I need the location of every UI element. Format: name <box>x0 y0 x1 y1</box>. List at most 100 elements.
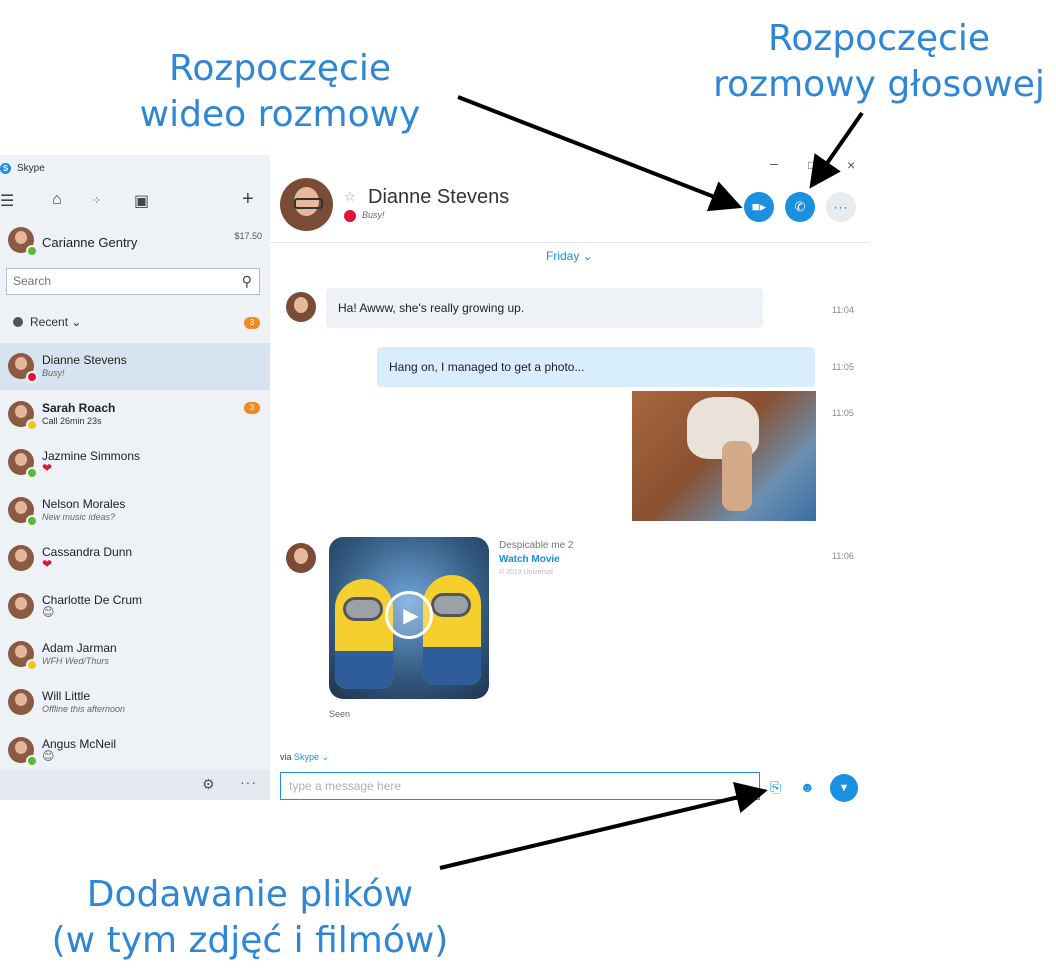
away-status-icon <box>26 419 38 431</box>
skype-window: S Skype ☰ ⌂ ⁘ ▣ + Carianne Gentry $17.50… <box>0 155 870 802</box>
video-camera-icon: ■▸ <box>751 199 767 214</box>
message-text: Ha! Awww, she's really growing up. <box>338 301 525 315</box>
via-prefix: via <box>280 752 292 762</box>
contact-name: Will Little <box>42 689 91 703</box>
via-skype-link[interactable]: Skype ⌄ <box>294 752 329 762</box>
phone-icon: ✆ <box>794 199 806 214</box>
skype-credit: $17.50 <box>234 231 262 241</box>
via-selector[interactable]: via Skype ⌄ <box>280 752 329 763</box>
ellipsis-icon: ··· <box>833 200 849 214</box>
contact-status: Offline this afternoon <box>42 704 126 714</box>
contact-cassandra-dunn[interactable]: Cassandra Dunn ❤ <box>0 535 270 582</box>
contact-status: Busy! <box>42 368 65 378</box>
avatar <box>8 497 38 527</box>
heart-emoticon-icon: ❤ <box>42 461 53 475</box>
avatar <box>8 641 38 671</box>
watch-movie-link[interactable]: Watch Movie <box>499 554 560 565</box>
away-status-icon <box>26 659 38 671</box>
chat-contact-status: Busy! <box>362 210 385 220</box>
recent-badge: 3 <box>244 317 260 329</box>
settings-gear-icon[interactable]: ⚙ <box>202 776 215 793</box>
app-titlebar: S Skype <box>0 160 45 176</box>
contact-nelson-morales[interactable]: Nelson Morales New music ideas? <box>0 487 270 534</box>
avatar <box>8 737 38 767</box>
avatar <box>8 401 38 431</box>
message-avatar <box>286 543 316 573</box>
smile-emoticon-icon: 😊 <box>42 749 55 763</box>
app-title: Skype <box>17 162 45 174</box>
search-icon[interactable]: ⚲ <box>242 273 252 290</box>
contact-name: Dianne Stevens <box>42 353 127 367</box>
video-call-button[interactable]: ■▸ <box>744 192 774 222</box>
recent-label: Recent ⌄ <box>30 315 82 329</box>
contact-sarah-roach[interactable]: Sarah Roach Call 26min 23s 3 <box>0 391 270 438</box>
avatar <box>8 593 34 619</box>
search-box: ⚲ <box>6 268 260 295</box>
busy-status-icon <box>344 210 356 222</box>
profile[interactable]: Carianne Gentry $17.50 <box>0 223 270 261</box>
add-icon[interactable]: + <box>242 188 254 211</box>
contact-dianne-stevens[interactable]: Dianne Stevens Busy! <box>0 343 270 390</box>
send-arrow-icon: ▼ <box>838 782 850 794</box>
contact-name: Charlotte De Crum <box>42 593 143 607</box>
search-input[interactable] <box>13 274 223 288</box>
favorite-star-icon[interactable]: ☆ <box>344 189 356 205</box>
avatar <box>8 227 38 257</box>
contact-jazmine-simmons[interactable]: Jazmine Simmons ❤ <box>0 439 270 486</box>
message-bubble-outgoing: Hang on, I managed to get a photo... <box>377 347 815 387</box>
photo-subject-leg <box>722 441 752 511</box>
online-status-icon <box>26 755 38 767</box>
chat-contact-name: Dianne Stevens <box>368 186 510 208</box>
dialpad-icon[interactable]: ⁘ <box>92 194 101 207</box>
day-separator[interactable]: Friday ⌄ <box>546 249 593 263</box>
contact-will-little[interactable]: Will Little Offline this afternoon <box>0 679 270 726</box>
voice-call-button[interactable]: ✆ <box>785 192 815 222</box>
contact-charlotte-de-crum[interactable]: Charlotte De Crum 😊 <box>0 583 270 630</box>
sidebar: S Skype ☰ ⌂ ⁘ ▣ + Carianne Gentry $17.50… <box>0 155 270 800</box>
add-files-icon[interactable]: ⎘ <box>770 779 781 796</box>
play-icon[interactable]: ▶ <box>385 591 433 639</box>
more-options-button[interactable]: ··· <box>826 192 856 222</box>
contact-name: Sarah Roach <box>42 401 116 415</box>
more-options-icon[interactable]: ··· <box>240 774 257 790</box>
contacts-book-icon[interactable]: ▣ <box>134 191 149 211</box>
annotation-files-line1: Dodawanie plików <box>86 874 414 915</box>
skype-logo-icon: S <box>0 162 11 174</box>
chat-header: ☆ Dianne Stevens Busy! ■▸ ✆ ··· <box>270 155 870 243</box>
avatar <box>8 353 38 383</box>
contact-name: Adam Jarman <box>42 641 117 655</box>
contact-angus-mcneil[interactable]: Angus McNeil 😊 <box>0 727 270 769</box>
seen-indicator: Seen <box>329 709 351 719</box>
clock-icon <box>13 317 23 327</box>
annotation-voice-line1: Rozpoczęcie <box>768 18 990 59</box>
busy-status-icon <box>26 371 38 383</box>
minion-figure <box>423 575 481 685</box>
message-input[interactable] <box>289 779 749 793</box>
unread-badge: 3 <box>244 402 260 414</box>
contact-adam-jarman[interactable]: Adam Jarman WFH Wed/Thurs <box>0 631 270 678</box>
message-time: 11:06 <box>832 551 854 561</box>
menu-icon[interactable]: ☰ <box>0 191 14 211</box>
top-nav: ☰ ⌂ ⁘ ▣ + <box>0 188 270 213</box>
emoticon-icon[interactable]: ☻ <box>800 779 815 795</box>
movie-thumbnail[interactable]: ▶ <box>329 537 489 699</box>
contact-name: Cassandra Dunn <box>42 545 133 559</box>
contact-name: Nelson Morales <box>42 497 126 511</box>
annotation-add-files: Dodawanie plików (w tym zdjęć i filmów) <box>40 872 460 964</box>
movie-copyright: © 2013 Universal <box>499 569 553 576</box>
movie-title: Despicable me 2 <box>499 540 574 551</box>
message-text: Hang on, I managed to get a photo... <box>389 360 585 374</box>
contact-status: Call 26min 23s <box>42 416 102 426</box>
contact-avatar[interactable] <box>280 178 333 231</box>
message-time: 11:05 <box>832 362 854 372</box>
recent-header[interactable]: Recent ⌄ 3 <box>0 313 270 335</box>
shared-photo[interactable] <box>632 391 816 521</box>
message-time: 11:04 <box>832 305 854 315</box>
home-icon[interactable]: ⌂ <box>52 191 62 209</box>
annotation-video-line2: wideo rozmowy <box>139 94 421 135</box>
compose-box <box>280 772 760 800</box>
message-time: 11:05 <box>832 408 854 418</box>
online-status-icon <box>26 515 38 527</box>
send-button[interactable]: ▼ <box>830 774 858 802</box>
minion-figure <box>335 579 393 689</box>
